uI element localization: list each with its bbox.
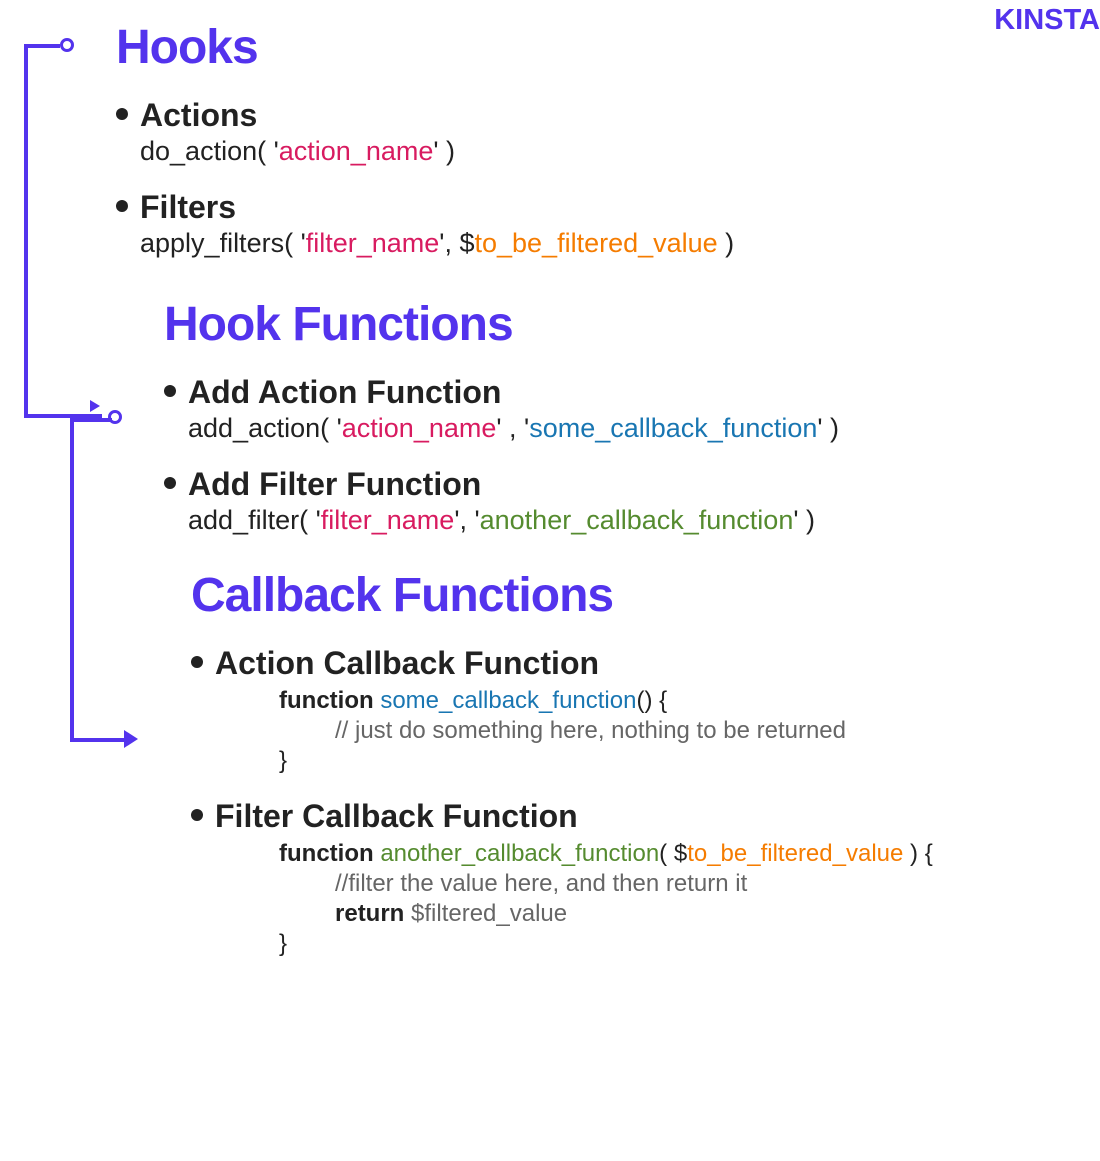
return-keyword: return (335, 900, 411, 927)
hook-functions-section: Hook Functions Add Action Function add_a… (138, 297, 1070, 536)
filter-callback-title-text: Filter Callback Function (215, 798, 578, 834)
actions-code: do_action( 'action_name' ) (140, 136, 1070, 167)
action-callback-title-text: Action Callback Function (215, 645, 599, 681)
hook-functions-title: Hook Functions (164, 297, 1070, 352)
connector-circle-1 (60, 38, 74, 52)
action-callback-fn-name: some_callback_function (380, 687, 636, 714)
add-action-param2: some_callback_function (529, 413, 817, 443)
hooks-title: Hooks (116, 20, 1070, 75)
add-action-subsection: Add Action Function add_action( 'action_… (164, 374, 1070, 444)
filter-callback-fn-name: another_callback_function (380, 840, 659, 867)
connector-line-1-top (24, 44, 60, 48)
action-callback-close-brace: } (279, 746, 1070, 776)
connector-arrow-2 (124, 730, 138, 748)
add-filter-suffix: ' ) (793, 505, 815, 535)
apply-filters-prefix: apply_filters( ' (140, 228, 306, 258)
add-filter-title-text: Add Filter Function (188, 466, 481, 502)
filter-callback-param: to_be_filtered_value (687, 840, 903, 867)
actions-title-text: Actions (140, 97, 257, 133)
to-be-filtered-param: to_be_filtered_value (474, 228, 717, 258)
hooks-section: Hooks Actions do_action( 'action_name' )… (90, 20, 1070, 259)
action-callback-subsection: Action Callback Function function some_c… (191, 645, 1070, 776)
add-filter-code: add_filter( 'filter_name', 'another_call… (188, 505, 1070, 536)
add-filter-param2: another_callback_function (480, 505, 794, 535)
bullet-icon (116, 108, 128, 120)
add-filter-prefix: add_filter( ' (188, 505, 321, 535)
connector-line-2-bottom (70, 738, 130, 742)
filter-callback-comment: //filter the value here, and then return… (335, 869, 1070, 899)
connector-line-1-vertical (24, 44, 28, 418)
filter-callback-subsection: Filter Callback Function function anothe… (191, 798, 1070, 959)
add-action-title-text: Add Action Function (188, 374, 501, 410)
actions-title: Actions (116, 97, 1070, 134)
add-action-mid: ' , ' (496, 413, 529, 443)
connector-line-2-top (70, 418, 112, 422)
connector-line-2-vertical (70, 418, 74, 742)
bullet-icon (116, 200, 128, 212)
bullet-icon (191, 656, 203, 668)
add-action-code: add_action( 'action_name' , 'some_callba… (188, 413, 1070, 444)
add-action-suffix: ' ) (817, 413, 839, 443)
filter-callback-line1: function another_callback_function( $to_… (279, 839, 1070, 869)
action-callback-title: Action Callback Function (191, 645, 1070, 682)
filter-callback-close-paren: ) { (903, 840, 932, 867)
function-keyword: function (279, 687, 380, 714)
filter-callback-open-paren: ( $ (659, 840, 687, 867)
add-filter-subsection: Add Filter Function add_filter( 'filter_… (164, 466, 1070, 536)
action-callback-line1: function some_callback_function() { (279, 686, 1070, 716)
action-callback-open-brace: () { (636, 687, 667, 714)
callback-functions-title: Callback Functions (191, 568, 1070, 623)
add-action-param1: action_name (342, 413, 497, 443)
filter-callback-return: return $filtered_value (335, 899, 1070, 929)
add-action-prefix: add_action( ' (188, 413, 342, 443)
apply-filters-mid: ', $ (439, 228, 474, 258)
filters-title-text: Filters (140, 189, 236, 225)
bullet-icon (191, 809, 203, 821)
action-name-param: action_name (279, 136, 434, 166)
function-keyword: function (279, 840, 380, 867)
add-filter-title: Add Filter Function (164, 466, 1070, 503)
bullet-icon (164, 477, 176, 489)
filter-callback-code: function another_callback_function( $to_… (279, 839, 1070, 959)
add-filter-param1: filter_name (321, 505, 455, 535)
callback-functions-section: Callback Functions Action Callback Funct… (165, 568, 1070, 959)
filter-name-param: filter_name (306, 228, 440, 258)
connector-arrow-notch-1 (90, 400, 100, 412)
filtered-value-var: $filtered_value (411, 900, 567, 927)
do-action-suffix: ' ) (433, 136, 455, 166)
actions-subsection: Actions do_action( 'action_name' ) (116, 97, 1070, 167)
action-callback-comment: // just do something here, nothing to be… (335, 716, 1070, 746)
add-action-title: Add Action Function (164, 374, 1070, 411)
action-callback-code: function some_callback_function() { // j… (279, 686, 1070, 776)
filter-callback-close-brace: } (279, 929, 1070, 959)
filters-title: Filters (116, 189, 1070, 226)
add-filter-mid: ', ' (454, 505, 479, 535)
apply-filters-suffix: ) (718, 228, 735, 258)
do-action-prefix: do_action( ' (140, 136, 279, 166)
filter-callback-title: Filter Callback Function (191, 798, 1070, 835)
bullet-icon (164, 385, 176, 397)
filters-code: apply_filters( 'filter_name', $to_be_fil… (140, 228, 1070, 259)
filters-subsection: Filters apply_filters( 'filter_name', $t… (116, 189, 1070, 259)
